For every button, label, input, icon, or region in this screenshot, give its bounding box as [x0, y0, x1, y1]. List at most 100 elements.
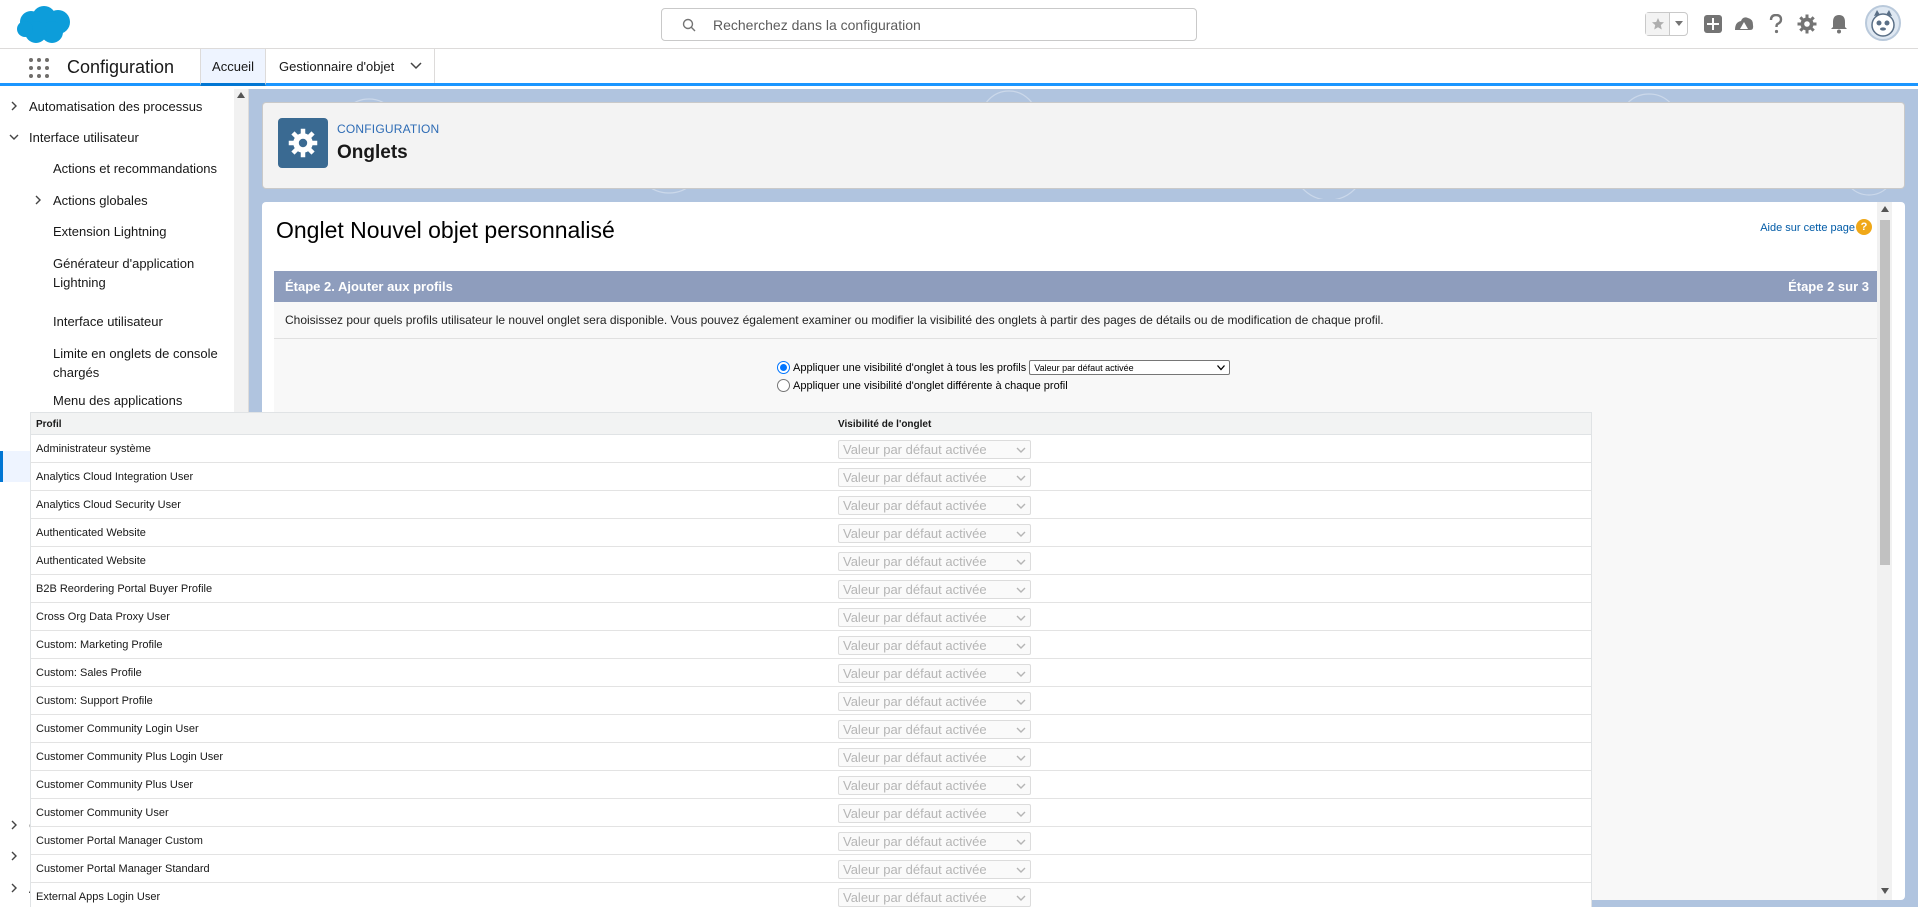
visibility-select[interactable]: Valeur par défaut activée — [838, 496, 1031, 515]
trailhead-icon[interactable] — [1732, 12, 1756, 36]
visibility-select[interactable]: Valeur par défaut activée — [838, 552, 1031, 571]
star-icon[interactable] — [1646, 13, 1670, 35]
chevron-down-icon[interactable] — [1670, 13, 1687, 35]
chevron-right-icon[interactable] — [33, 195, 43, 205]
visibility-select[interactable]: Valeur par défaut activée — [838, 636, 1031, 655]
salesforce-logo[interactable] — [14, 5, 74, 47]
visibility-select[interactable]: Valeur par défaut activée — [838, 804, 1031, 823]
visibility-select[interactable]: Valeur par défaut activée — [838, 468, 1031, 487]
search-input[interactable] — [713, 9, 1183, 40]
all-profiles-visibility-select[interactable]: Valeur par défaut activée — [1029, 360, 1231, 375]
setup-search[interactable] — [661, 8, 1197, 41]
visibility-select[interactable]: Valeur par défaut activée — [838, 720, 1031, 739]
profile-name: Analytics Cloud Integration User — [36, 471, 194, 483]
chevron-down-icon — [1016, 643, 1026, 649]
sidebar-item[interactable]: Actions et recommandations — [0, 155, 232, 186]
chevron-down-icon — [1016, 475, 1026, 481]
visibility-select[interactable]: Valeur par défaut activée — [838, 748, 1031, 767]
visibility-select[interactable]: Valeur par défaut activée — [838, 664, 1031, 683]
sidebar-item[interactable]: Actions globales — [0, 187, 232, 218]
chevron-down-icon — [1016, 587, 1026, 593]
gear-icon[interactable] — [1795, 12, 1819, 36]
scroll-up-icon[interactable] — [1881, 206, 1889, 212]
visibility-value: Valeur par défaut activée — [843, 834, 987, 849]
visibility-select[interactable]: Valeur par défaut activée — [838, 580, 1031, 599]
sidebar-item-label: Interface utilisateur — [29, 130, 139, 145]
chevron-down-icon — [1016, 811, 1026, 817]
app-nav-bar: Configuration Accueil Gestionnaire d'obj… — [0, 49, 1918, 86]
help-icon[interactable]: ? — [1856, 219, 1872, 235]
favorites-button[interactable] — [1645, 12, 1688, 36]
radio-each-profile-row: Appliquer une visibilité d'onglet différ… — [777, 379, 1068, 392]
table-row: Custom: Sales Profile Valeur par défaut a… — [31, 659, 1591, 687]
visibility-select[interactable]: Valeur par défaut activée — [838, 776, 1031, 795]
sidebar-item-label: Extension Lightning — [53, 224, 167, 239]
chevron-down-icon — [1016, 615, 1026, 621]
sidebar-item-label: Actions globales — [53, 193, 148, 208]
visibility-value: Valeur par défaut activée — [843, 694, 987, 709]
profile-table: Profil Visibilité de l'onglet Administra… — [30, 412, 1592, 907]
visibility-select[interactable]: Valeur par défaut activée — [838, 692, 1031, 711]
profile-name: Analytics Cloud Security User — [36, 499, 181, 511]
sidebar-item[interactable]: Automatisation des processus — [0, 93, 232, 124]
step-title: Étape 2. Ajouter aux profils — [285, 279, 453, 294]
search-icon — [682, 18, 696, 32]
table-row: External Apps Login User Valeur par défau… — [31, 883, 1591, 907]
visibility-value: Valeur par défaut activée — [843, 470, 987, 485]
tab-label: Gestionnaire d'objet — [279, 58, 395, 74]
table-row: Customer Portal Manager Custom Valeur par… — [31, 827, 1591, 855]
add-icon[interactable] — [1701, 12, 1725, 36]
radio-all-profiles[interactable] — [777, 361, 790, 374]
chevron-down-icon — [1016, 531, 1026, 537]
chevron-down-icon — [1016, 839, 1026, 845]
chevron-down-icon — [1016, 867, 1026, 873]
radio-each-profile[interactable] — [777, 379, 790, 392]
avatar[interactable] — [1865, 5, 1901, 41]
visibility-select[interactable]: Valeur par défaut activée — [838, 888, 1031, 907]
visibility-select[interactable]: Valeur par défaut activée — [838, 832, 1031, 851]
sidebar-item[interactable]: Générateur d'application Lightning — [0, 250, 232, 306]
chevron-right-icon[interactable] — [9, 883, 19, 893]
panel-scrollbar-thumb[interactable] — [1880, 220, 1890, 565]
scroll-down-icon[interactable] — [1881, 888, 1889, 894]
visibility-select[interactable]: Valeur par défaut activée — [838, 524, 1031, 543]
help-link[interactable]: Aide sur cette page — [1760, 222, 1855, 234]
select-value: Valeur par défaut activée — [1034, 362, 1134, 373]
table-row: Customer Community Plus User Valeur par d… — [31, 771, 1591, 799]
scroll-up-icon[interactable] — [237, 92, 245, 98]
visibility-select[interactable]: Valeur par défaut activée — [838, 608, 1031, 627]
visibility-value: Valeur par défaut activée — [843, 750, 987, 765]
chevron-down-icon[interactable] — [410, 62, 422, 70]
help-icon[interactable] — [1764, 12, 1788, 36]
chevron-down-icon[interactable] — [9, 132, 19, 142]
profile-name: Customer Community Plus Login User — [36, 751, 224, 763]
visibility-select[interactable]: Valeur par défaut activée — [838, 860, 1031, 879]
chevron-right-icon[interactable] — [9, 851, 19, 861]
radio-all-profiles-row: Appliquer une visibilité d'onglet à tous… — [777, 360, 1231, 375]
page-overline: CONFIGURATION — [337, 122, 440, 136]
chevron-right-icon[interactable] — [9, 101, 19, 111]
visibility-value: Valeur par défaut activée — [843, 666, 987, 681]
visibility-select[interactable]: Valeur par défaut activée — [838, 440, 1031, 459]
page-title: Onglets — [337, 142, 408, 163]
profile-name: Custom: Support Profile — [36, 695, 153, 707]
table-row: Customer Community Login User Valeur par … — [31, 715, 1591, 743]
sidebar-item[interactable]: Interface utilisateur — [0, 308, 232, 339]
header-visibilite: Visibilité de l'onglet — [838, 419, 932, 430]
tab-accueil[interactable]: Accueil — [200, 49, 266, 86]
table-row: Analytics Cloud Integration User Valeur p… — [31, 463, 1591, 491]
app-launcher-icon[interactable] — [29, 58, 49, 78]
visibility-value: Valeur par défaut activée — [843, 526, 987, 541]
sidebar-item[interactable]: Interface utilisateur — [0, 124, 232, 155]
chevron-right-icon[interactable] — [9, 820, 19, 830]
profile-name: Customer Portal Manager Custom — [36, 835, 203, 847]
table-row: Customer Portal Manager Standard Valeur p… — [31, 855, 1591, 883]
radio-all-label: Appliquer une visibilité d'onglet à tous… — [793, 361, 1027, 374]
app-name: Configuration — [67, 57, 175, 77]
header-profil: Profil — [36, 419, 62, 430]
sidebar-item-label: Menu des applications — [53, 393, 183, 408]
sidebar-item-label: Limite en onglets de console chargés — [53, 346, 218, 380]
sidebar-item[interactable]: Extension Lightning — [0, 218, 232, 249]
bell-icon[interactable] — [1827, 12, 1851, 36]
tab-gestionnaire-objet[interactable]: Gestionnaire d'objet — [267, 49, 435, 83]
